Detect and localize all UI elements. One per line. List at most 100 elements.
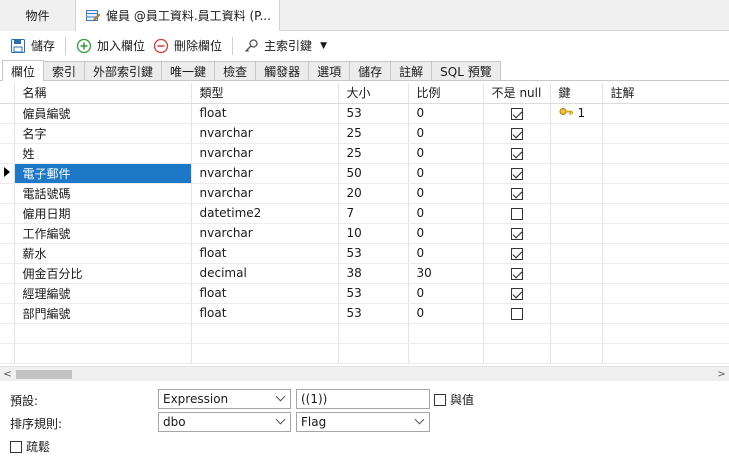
field-scale-cell[interactable]: 0	[408, 123, 484, 144]
field-size-cell[interactable]: 20	[338, 183, 409, 204]
table-row[interactable]: 經理編號 float 53 0	[0, 283, 729, 304]
not-null-checkbox[interactable]	[510, 287, 523, 300]
as-value-checkbox[interactable]	[434, 393, 446, 406]
field-comment-cell[interactable]	[602, 243, 729, 264]
field-size-cell[interactable]: 38	[338, 263, 409, 284]
default-type-select[interactable]: Expression	[158, 389, 291, 409]
field-size-cell[interactable]: 10	[338, 223, 409, 244]
collation-flag-select[interactable]: Flag	[296, 412, 430, 432]
field-type-cell[interactable]: float	[191, 283, 339, 304]
table-row[interactable]: 工作編號 nvarchar 10 0	[0, 223, 729, 244]
as-value-option[interactable]: 與值	[434, 391, 474, 408]
not-null-checkbox[interactable]	[510, 167, 523, 180]
field-name-cell[interactable]: 姓	[14, 143, 192, 164]
row-selector[interactable]	[0, 163, 15, 184]
field-name-cell[interactable]: 僱員編號	[14, 103, 192, 124]
field-comment-cell[interactable]	[602, 203, 729, 224]
field-size-cell[interactable]: 50	[338, 163, 409, 184]
tab-triggers[interactable]: 觸發器	[255, 61, 310, 80]
row-selector[interactable]	[0, 123, 15, 144]
table-row[interactable]: 電子郵件 nvarchar 50 0	[0, 163, 729, 184]
field-size-cell[interactable]: 53	[338, 303, 409, 324]
row-selector[interactable]	[0, 243, 15, 264]
field-type-cell[interactable]: nvarchar	[191, 223, 339, 244]
tab-storage[interactable]: 儲存	[349, 61, 392, 80]
column-header-scale[interactable]: 比例	[408, 83, 484, 104]
primary-key-button[interactable]: 主索引鍵 ▼	[239, 34, 331, 58]
field-comment-cell[interactable]	[602, 283, 729, 304]
field-name-cell[interactable]: 電子郵件	[14, 163, 192, 184]
not-null-checkbox[interactable]	[510, 107, 523, 120]
not-null-checkbox[interactable]	[510, 127, 523, 140]
field-size-cell[interactable]: 25	[338, 123, 409, 144]
field-comment-cell[interactable]	[602, 123, 729, 144]
column-header-type[interactable]: 類型	[191, 83, 339, 104]
field-comment-cell[interactable]	[602, 183, 729, 204]
table-row[interactable]: 薪水 float 53 0	[0, 243, 729, 264]
column-header-not-null[interactable]: 不是 null	[483, 83, 551, 104]
field-name-cell[interactable]: 僱用日期	[14, 203, 192, 224]
field-name-cell[interactable]: 工作編號	[14, 223, 192, 244]
field-scale-cell[interactable]: 30	[408, 263, 484, 284]
sparse-option[interactable]: 疏鬆	[10, 438, 50, 455]
field-name-cell[interactable]: 電話號碼	[14, 183, 192, 204]
tab-table-design[interactable]: 僱員 @員工資料.員工資料 (P...	[76, 0, 280, 32]
not-null-checkbox[interactable]	[510, 227, 523, 240]
field-comment-cell[interactable]	[602, 223, 729, 244]
tab-unique-keys[interactable]: 唯一鍵	[161, 61, 216, 80]
field-type-cell[interactable]: float	[191, 243, 339, 264]
not-null-checkbox[interactable]	[510, 187, 523, 200]
dropdown-arrow-icon[interactable]: ▼	[320, 41, 327, 51]
column-header-size[interactable]: 大小	[338, 83, 409, 104]
field-size-cell[interactable]: 7	[338, 203, 409, 224]
table-row[interactable]: 電話號碼 nvarchar 20 0	[0, 183, 729, 204]
tab-fields[interactable]: 欄位	[2, 60, 45, 81]
tab-options[interactable]: 選項	[308, 61, 351, 80]
collation-schema-select[interactable]: dbo	[158, 412, 291, 432]
field-scale-cell[interactable]: 0	[408, 283, 484, 304]
field-scale-cell[interactable]: 0	[408, 163, 484, 184]
row-selector[interactable]	[0, 223, 15, 244]
tab-objects[interactable]: 物件	[0, 0, 76, 31]
field-scale-cell[interactable]: 0	[408, 223, 484, 244]
row-selector[interactable]	[0, 103, 15, 124]
field-type-cell[interactable]: float	[191, 303, 339, 324]
tab-comment[interactable]: 註解	[390, 61, 433, 80]
field-type-cell[interactable]: datetime2	[191, 203, 339, 224]
field-scale-cell[interactable]: 0	[408, 183, 484, 204]
field-scale-cell[interactable]: 0	[408, 143, 484, 164]
table-row[interactable]: 姓 nvarchar 25 0	[0, 143, 729, 164]
tab-checks[interactable]: 檢查	[214, 61, 257, 80]
field-scale-cell[interactable]: 0	[408, 103, 484, 124]
not-null-checkbox[interactable]	[510, 267, 523, 280]
field-comment-cell[interactable]	[602, 103, 729, 124]
field-type-cell[interactable]: float	[191, 103, 339, 124]
field-scale-cell[interactable]: 0	[408, 203, 484, 224]
column-header-name[interactable]: 名稱	[14, 83, 192, 104]
field-name-cell[interactable]: 佣金百分比	[14, 263, 192, 284]
row-selector[interactable]	[0, 203, 15, 224]
tab-foreign-keys[interactable]: 外部索引鍵	[84, 61, 163, 80]
column-header-key[interactable]: 鍵	[550, 83, 603, 104]
tab-sql-preview[interactable]: SQL 預覽	[431, 61, 501, 80]
table-row[interactable]: 僱員編號 float 53 0 1	[0, 103, 729, 124]
not-null-checkbox[interactable]	[510, 307, 523, 320]
field-comment-cell[interactable]	[602, 263, 729, 284]
field-type-cell[interactable]: nvarchar	[191, 163, 339, 184]
add-field-button[interactable]: 加入欄位	[72, 34, 149, 58]
field-name-cell[interactable]: 部門編號	[14, 303, 192, 324]
scrollbar-thumb[interactable]	[16, 370, 72, 379]
delete-field-button[interactable]: 刪除欄位	[149, 34, 226, 58]
default-value-input[interactable]: ((1))	[296, 389, 430, 409]
field-comment-cell[interactable]	[602, 143, 729, 164]
tab-indexes[interactable]: 索引	[43, 61, 86, 80]
row-selector[interactable]	[0, 143, 15, 164]
field-scale-cell[interactable]: 0	[408, 303, 484, 324]
field-size-cell[interactable]: 53	[338, 103, 409, 124]
table-row[interactable]: 名字 nvarchar 25 0	[0, 123, 729, 144]
not-null-checkbox[interactable]	[510, 207, 523, 220]
table-row[interactable]: 僱用日期 datetime2 7 0	[0, 203, 729, 224]
field-type-cell[interactable]: nvarchar	[191, 183, 339, 204]
not-null-checkbox[interactable]	[510, 147, 523, 160]
field-name-cell[interactable]: 名字	[14, 123, 192, 144]
